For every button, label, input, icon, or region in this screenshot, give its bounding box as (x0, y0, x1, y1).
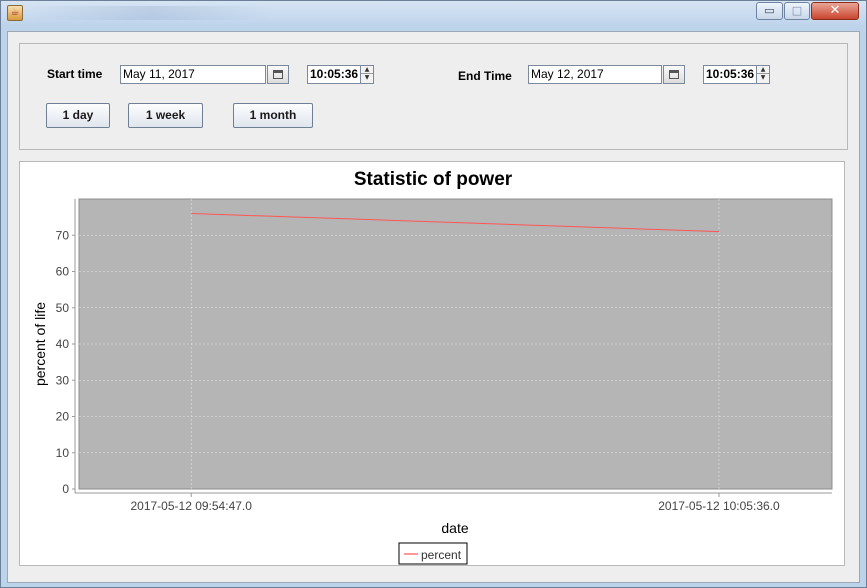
one-week-button[interactable]: 1 week (128, 103, 203, 128)
y-tick-label: 50 (56, 301, 70, 315)
maximize-button[interactable]: □ (784, 2, 810, 20)
y-tick-label: 60 (56, 265, 70, 279)
content-area: Start time May 11, 2017 10:05:36 ▲ ▼ End… (7, 31, 860, 583)
spinner-down-icon[interactable]: ▼ (361, 74, 373, 82)
y-tick-label: 10 (56, 446, 70, 460)
y-tick-label: 30 (56, 373, 70, 387)
chart-title: Statistic of power (354, 169, 513, 190)
end-time-spinner[interactable]: ▲ ▼ (756, 65, 770, 84)
one-day-button[interactable]: 1 day (46, 103, 110, 128)
x-tick-label: 2017-05-12 10:05:36.0 (658, 499, 780, 513)
spinner-up-icon[interactable]: ▲ (757, 66, 769, 74)
legend: percent (398, 542, 468, 565)
start-date-calendar-button[interactable] (267, 65, 289, 84)
y-tick-label: 0 (62, 482, 69, 496)
spinner-up-icon[interactable]: ▲ (361, 66, 373, 74)
calendar-icon (273, 70, 283, 79)
close-button[interactable]: ✕ (811, 2, 859, 20)
end-date-input[interactable]: May 12, 2017 (528, 65, 662, 84)
y-tick-label: 70 (56, 228, 70, 242)
end-time-label: End Time (458, 69, 512, 83)
time-range-panel: Start time May 11, 2017 10:05:36 ▲ ▼ End… (19, 43, 848, 150)
start-time-input[interactable]: 10:05:36 (307, 65, 361, 84)
spinner-down-icon[interactable]: ▼ (757, 74, 769, 82)
y-axis-label: percent of life (32, 302, 48, 386)
start-time-label: Start time (47, 67, 103, 81)
legend-label: percent (421, 548, 462, 562)
end-time-input[interactable]: 10:05:36 (703, 65, 757, 84)
y-tick-label: 40 (56, 337, 70, 351)
start-time-spinner[interactable]: ▲ ▼ (360, 65, 374, 84)
title-bar[interactable]: ☕ ▭ □ ✕ (1, 1, 866, 25)
x-tick-label: 2017-05-12 09:54:47.0 (130, 499, 252, 513)
y-tick-label: 20 (56, 410, 70, 424)
app-window: ☕ ▭ □ ✕ Start time May 11, 2017 10:05:36… (0, 0, 867, 588)
java-app-icon: ☕ (7, 5, 23, 21)
title-bar-blurred-title (31, 6, 271, 20)
chart-panel: Statistic of power 0 10 20 30 40 50 60 70 2017-0… (19, 161, 845, 566)
x-axis-label: date (441, 520, 468, 536)
end-date-calendar-button[interactable] (663, 65, 685, 84)
one-month-button[interactable]: 1 month (233, 103, 313, 128)
start-date-input[interactable]: May 11, 2017 (120, 65, 266, 84)
minimize-button[interactable]: ▭ (756, 2, 783, 20)
calendar-icon (669, 70, 679, 79)
power-chart: Statistic of power 0 10 20 30 40 50 60 70 2017-0… (32, 169, 833, 565)
